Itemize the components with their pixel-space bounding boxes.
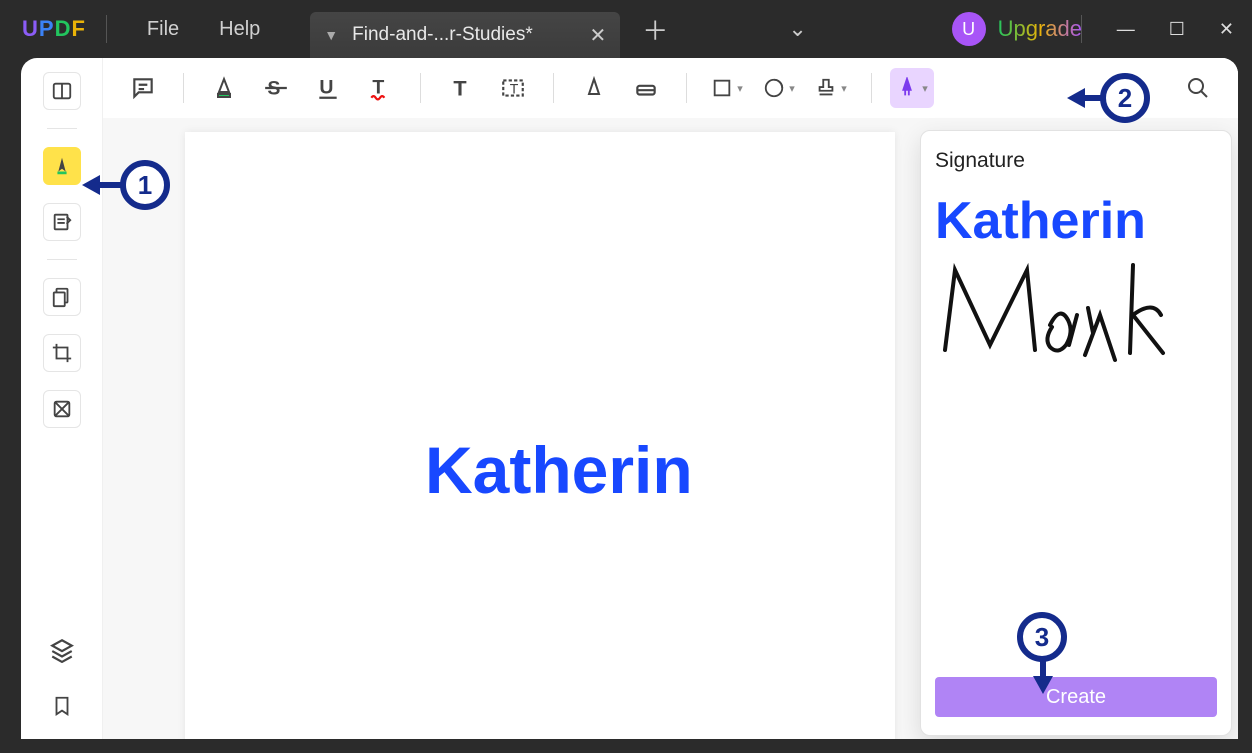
stamp-tool[interactable] bbox=[809, 68, 853, 108]
organize-pages-button[interactable] bbox=[43, 278, 81, 316]
separator bbox=[1081, 15, 1082, 43]
signature-tool[interactable] bbox=[890, 68, 934, 108]
textbox-tool[interactable]: T bbox=[491, 68, 535, 108]
signature-list: Katherin bbox=[935, 195, 1217, 677]
document-page[interactable]: Katherin bbox=[185, 132, 895, 739]
svg-text:T: T bbox=[453, 76, 466, 101]
rail-separator bbox=[47, 259, 77, 260]
app-logo: UPDF bbox=[22, 16, 86, 42]
upgrade-label[interactable]: Upgrade bbox=[998, 16, 1082, 42]
comment-mode-button[interactable] bbox=[43, 147, 81, 185]
rail-separator bbox=[47, 128, 77, 129]
highlight-tool[interactable] bbox=[202, 68, 246, 108]
menu-file[interactable]: File bbox=[147, 18, 179, 41]
tab-close-icon[interactable]: ✕ bbox=[590, 23, 607, 48]
squiggly-tool[interactable]: T bbox=[358, 68, 402, 108]
svg-text:U: U bbox=[319, 76, 333, 98]
signature-panel: Signature Katherin Create bbox=[920, 130, 1232, 736]
create-signature-button[interactable]: Create bbox=[935, 677, 1217, 717]
add-tab-button[interactable]: ＋ bbox=[642, 11, 668, 48]
callout-2-arrowhead bbox=[1067, 88, 1085, 108]
toolbar-separator bbox=[686, 73, 687, 103]
underline-tool[interactable]: U bbox=[306, 68, 350, 108]
page-signature-text: Katherin bbox=[425, 432, 693, 508]
toolbar-separator bbox=[420, 73, 421, 103]
tab-history-icon[interactable]: ⌄ bbox=[788, 16, 806, 42]
tools-button[interactable] bbox=[43, 390, 81, 428]
maximize-button[interactable]: ☐ bbox=[1169, 19, 1185, 40]
text-tool[interactable]: T bbox=[439, 68, 483, 108]
note-tool[interactable] bbox=[121, 68, 165, 108]
signature-item-handwritten[interactable] bbox=[935, 255, 1217, 365]
pencil-tool[interactable] bbox=[572, 68, 616, 108]
callout-2-arrow bbox=[1083, 95, 1101, 101]
sticker-tool[interactable] bbox=[757, 68, 801, 108]
svg-text:T: T bbox=[510, 80, 519, 96]
callout-1-arrow bbox=[98, 182, 122, 188]
signature-item-typed[interactable]: Katherin bbox=[935, 195, 1217, 247]
main-area: S U T T T bbox=[103, 58, 1238, 739]
upgrade-area[interactable]: U Upgrade bbox=[952, 12, 1082, 46]
strikethrough-tool[interactable]: S bbox=[254, 68, 298, 108]
document-tab[interactable]: ▼ Find-and-...r-Studies* ✕ bbox=[310, 12, 620, 58]
edit-mode-button[interactable] bbox=[43, 203, 81, 241]
bookmark-icon[interactable] bbox=[51, 693, 73, 719]
avatar[interactable]: U bbox=[952, 12, 986, 46]
callout-2: 2 bbox=[1100, 73, 1150, 123]
callout-3-arrowhead bbox=[1033, 676, 1053, 694]
window-controls: — ☐ ✕ bbox=[1117, 19, 1234, 40]
close-window-button[interactable]: ✕ bbox=[1219, 19, 1234, 40]
signature-panel-title: Signature bbox=[935, 149, 1217, 173]
crop-button[interactable] bbox=[43, 334, 81, 372]
callout-1: 1 bbox=[120, 160, 170, 210]
reader-mode-button[interactable] bbox=[43, 72, 81, 110]
toolbar-separator bbox=[553, 73, 554, 103]
separator bbox=[106, 15, 107, 43]
callout-1-arrowhead bbox=[82, 175, 100, 195]
titlebar: UPDF File Help ▼ Find-and-...r-Studies* … bbox=[0, 0, 1252, 58]
tab-label: Find-and-...r-Studies* bbox=[352, 24, 533, 46]
shape-tool[interactable] bbox=[705, 68, 749, 108]
tab-options-icon[interactable]: ▼ bbox=[324, 27, 338, 43]
callout-3: 3 bbox=[1017, 612, 1067, 662]
search-button[interactable] bbox=[1176, 68, 1220, 108]
eraser-tool[interactable] bbox=[624, 68, 668, 108]
menu-help[interactable]: Help bbox=[219, 18, 260, 41]
left-rail bbox=[21, 58, 103, 739]
layers-icon[interactable] bbox=[49, 637, 75, 663]
toolbar-separator bbox=[183, 73, 184, 103]
toolbar-separator bbox=[871, 73, 872, 103]
minimize-button[interactable]: — bbox=[1117, 19, 1135, 40]
